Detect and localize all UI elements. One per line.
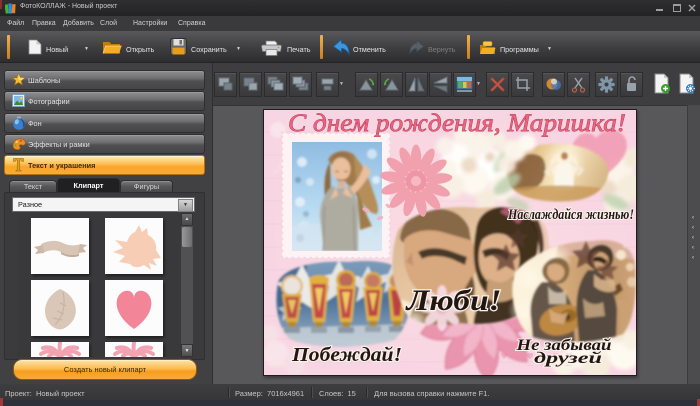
svg-text:С днем рождения, Маришка!: С днем рождения, Маришка! bbox=[288, 110, 626, 137]
svg-text:друзей: друзей bbox=[534, 350, 602, 367]
svg-text:Люби!: Люби! bbox=[404, 284, 501, 317]
svg-text:Наслаждайся жизнью!: Наслаждайся жизнью! bbox=[507, 207, 634, 223]
svg-text:Побеждай!: Побеждай! bbox=[291, 344, 402, 366]
